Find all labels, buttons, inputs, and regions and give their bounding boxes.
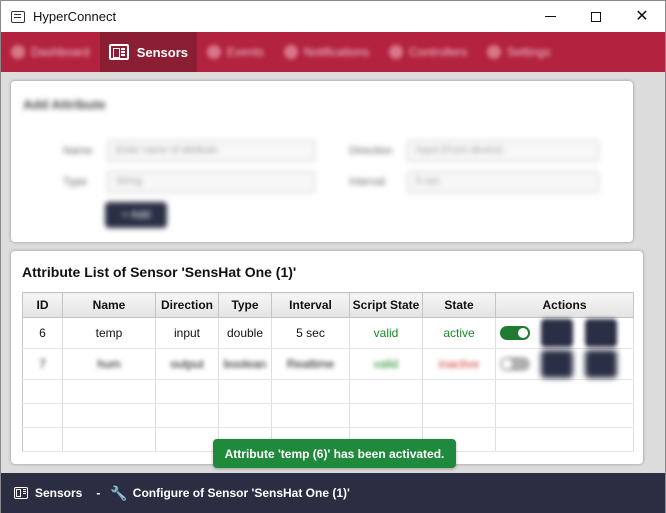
maximize-button[interactable]	[573, 1, 619, 32]
bell-icon	[283, 45, 298, 59]
status-bar: Sensors - 🔧 Configure of Sensor 'SensHat…	[1, 473, 665, 513]
add-attribute-card: Add Attribute Name Enter name of attribu…	[11, 81, 633, 242]
name-input[interactable]: Enter name of attribute	[107, 140, 315, 162]
events-icon	[207, 45, 222, 59]
status-page: Configure of Sensor 'SensHat One (1)'	[132, 486, 350, 500]
activate-toggle[interactable]	[500, 357, 530, 371]
cell-name: temp	[62, 317, 156, 349]
cell-name: hum	[62, 348, 156, 380]
nav-label: Dashboard	[31, 45, 90, 59]
dashboard-icon	[11, 45, 25, 59]
sensors-icon	[14, 487, 28, 499]
column-header-state[interactable]: State	[422, 292, 496, 318]
sensors-icon	[108, 44, 129, 60]
wrench-icon: 🔧	[110, 484, 128, 501]
nav-item-events[interactable]: Events	[197, 32, 274, 72]
nav-item-dashboard[interactable]: Dashboard	[1, 32, 100, 72]
nav-item-controllers[interactable]: Controllers	[379, 32, 477, 72]
edit-button[interactable]	[541, 319, 574, 347]
nav-label: Sensors	[136, 44, 189, 60]
cell-interval: 5 sec	[271, 317, 350, 349]
app-window: HyperConnect ✕ Dashboard Sensors Events …	[0, 0, 666, 513]
nav-item-sensors[interactable]: Sensors	[99, 32, 198, 72]
direction-label: Direction	[349, 145, 393, 157]
table-header-row: ID Name Direction Type Interval Script S…	[22, 292, 634, 318]
nav-item-notifications[interactable]: Notifications	[274, 32, 379, 72]
interval-label: Interval	[349, 176, 386, 188]
cell-type: boolean	[218, 348, 272, 380]
type-label: Type	[63, 176, 87, 188]
edit-button[interactable]	[541, 350, 574, 378]
minimize-button[interactable]	[527, 1, 573, 32]
nav-label: Notifications	[303, 45, 370, 59]
cell-state: inactive	[422, 348, 496, 380]
close-button[interactable]: ✕	[619, 1, 665, 32]
cell-interval: Realtime	[271, 348, 350, 380]
name-label: Name	[63, 145, 93, 157]
cell-id: 6	[22, 317, 63, 349]
attribute-table: ID Name Direction Type Interval Script S…	[22, 292, 634, 452]
add-attribute-button[interactable]: + Add	[105, 202, 167, 228]
minimize-icon	[544, 16, 556, 17]
activate-toggle[interactable]	[500, 326, 530, 340]
title-bar: HyperConnect ✕	[1, 1, 665, 32]
column-header-type[interactable]: Type	[218, 292, 272, 318]
controller-icon	[389, 45, 404, 59]
notification-toast: Attribute 'temp (6)' has been activated.	[213, 439, 456, 468]
maximize-icon	[591, 11, 601, 22]
app-icon	[11, 10, 25, 23]
status-separator: -	[96, 486, 101, 500]
column-header-interval[interactable]: Interval	[271, 292, 350, 318]
form-heading: Add Attribute	[23, 97, 106, 112]
table-row[interactable]: 6 temp input double 5 sec valid active	[22, 317, 634, 349]
window-title: HyperConnect	[33, 9, 117, 24]
column-header-actions[interactable]: Actions	[495, 292, 634, 318]
attribute-list-card: Attribute List of Sensor 'SensHat One (1…	[11, 251, 643, 464]
cell-actions	[495, 348, 634, 380]
close-icon: ✕	[635, 7, 649, 25]
column-header-direction[interactable]: Direction	[155, 292, 219, 318]
column-header-id[interactable]: ID	[22, 292, 63, 318]
cell-direction: output	[155, 348, 219, 380]
empty-row	[22, 403, 634, 428]
interval-select[interactable]: 5 sec	[407, 171, 599, 193]
status-section: Sensors	[35, 486, 83, 500]
cell-type: double	[218, 317, 272, 349]
window-controls: ✕	[527, 1, 665, 32]
nav-item-settings[interactable]: Settings	[477, 32, 560, 72]
table-row[interactable]: 7 hum output boolean Realtime valid inac…	[22, 348, 634, 380]
nav-label: Controllers	[409, 45, 468, 59]
empty-row	[22, 379, 634, 404]
cell-id: 7	[22, 348, 63, 380]
cell-actions	[495, 317, 634, 349]
column-header-name[interactable]: Name	[62, 292, 156, 318]
column-header-script-state[interactable]: Script State	[349, 292, 423, 318]
delete-button[interactable]	[584, 350, 617, 378]
direction-select[interactable]: Input (From device)	[407, 140, 599, 162]
delete-button[interactable]	[584, 319, 617, 347]
cell-script-state: valid	[349, 348, 423, 380]
nav-label: Events	[227, 45, 264, 59]
nav-label: Settings	[507, 45, 551, 59]
attribute-list-title: Attribute List of Sensor 'SensHat One (1…	[22, 264, 297, 280]
main-nav: Dashboard Sensors Events Notifications C…	[1, 32, 665, 72]
gear-icon	[487, 45, 502, 59]
cell-direction: input	[155, 317, 219, 349]
type-select[interactable]: String	[107, 171, 315, 193]
cell-state: active	[422, 317, 496, 349]
cell-script-state: valid	[349, 317, 423, 349]
